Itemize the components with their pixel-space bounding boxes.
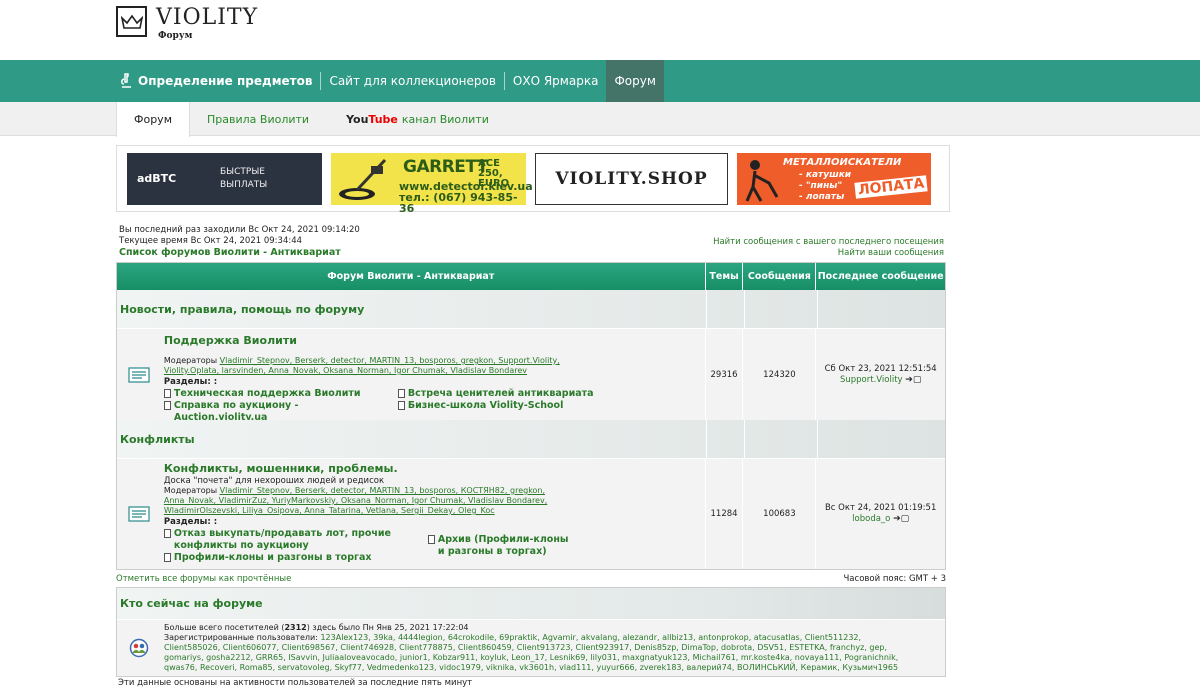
subforum-link[interactable]: Отказ выкупать/продавать лот, прочие кон… bbox=[163, 528, 394, 552]
category-title[interactable]: Конфликты bbox=[120, 433, 195, 446]
category-row: Новости, правила, помощь по форуму bbox=[117, 290, 945, 328]
forum-row: Поддержка Виолити Модераторы Vladimir_St… bbox=[117, 328, 945, 423]
go-to-post-icon[interactable]: ➔▢ bbox=[893, 514, 909, 524]
doc-icon bbox=[397, 401, 405, 410]
header-forum: Форум Виолити - Антиквариат bbox=[327, 271, 495, 282]
tab-youtube[interactable]: You Tube канал Виолити bbox=[326, 102, 506, 136]
crown-icon bbox=[116, 6, 147, 37]
microscope-icon bbox=[120, 73, 132, 89]
subforums: Отказ выкупать/продавать лот, прочие кон… bbox=[163, 528, 705, 564]
youtube-channel-label: канал Виолити bbox=[401, 112, 489, 126]
sections-label: Разделы: : bbox=[163, 377, 218, 387]
tab-rules[interactable]: Правила Виолити bbox=[190, 102, 326, 136]
banner-violity-shop[interactable]: VIOLITY.SHOP bbox=[535, 153, 728, 205]
go-to-post-icon[interactable]: ➔▢ bbox=[905, 375, 921, 385]
session-info: Вы последний раз заходили Вс Окт 24, 202… bbox=[119, 225, 360, 258]
record-visitors-text: Больше всего посетителей (2312) здесь бы… bbox=[164, 623, 469, 632]
forum-title[interactable]: Поддержка Виолити bbox=[164, 334, 705, 347]
doc-icon bbox=[163, 401, 171, 410]
banner-garrett[interactable]: GARRETT ACE 250, EURO www.detector.kiev.u… bbox=[331, 153, 533, 214]
who-is-online-title[interactable]: Кто сейчас на форуме bbox=[120, 597, 263, 610]
sections-label: Разделы: : bbox=[163, 517, 218, 527]
subforum-link[interactable]: Бизнес-школа Violity-School bbox=[397, 400, 594, 412]
link-your-posts[interactable]: Найти ваши сообщения bbox=[713, 248, 944, 259]
last-post: Вс Окт 24, 2021 01:19:51 loboda_o ➔▢ bbox=[815, 459, 945, 569]
youtube-logo-tube: Tube bbox=[368, 112, 398, 126]
logo-subtitle: Форум bbox=[158, 31, 193, 41]
users-online-icon bbox=[117, 620, 161, 676]
metal-detector-icon bbox=[335, 156, 397, 205]
logo-title: VIOLITY bbox=[156, 5, 259, 30]
who-is-online: Кто сейчас на форуме Больше всего посети… bbox=[116, 587, 946, 677]
forum-read-icon bbox=[117, 329, 161, 420]
header-posts: Сообщения bbox=[742, 263, 815, 290]
digger-icon bbox=[741, 157, 781, 206]
forum-row: Конфликты, мошенники, проблемы. Доска "п… bbox=[117, 458, 945, 569]
link-posts-since-last-visit[interactable]: Найти сообщения с вашего последнего посе… bbox=[713, 237, 944, 248]
forum-description: Доска "почета" для нехороших людей и ред… bbox=[163, 476, 385, 486]
last-post-user[interactable]: Support.Violity bbox=[840, 375, 903, 385]
moderators-list: Модераторы Vladimir_Stepnov, Berserk, de… bbox=[163, 356, 560, 375]
online-footnote: Эти данные основаны на активности пользо… bbox=[118, 678, 473, 688]
topics-count: 11284 bbox=[704, 459, 743, 569]
who-is-online-header: Кто сейчас на форуме bbox=[117, 588, 945, 619]
nav-item-forum[interactable]: Форум bbox=[606, 60, 664, 102]
forum-table: Форум Виолити - Антиквариат Темы Сообщен… bbox=[116, 262, 946, 570]
posts-count: 124320 bbox=[742, 329, 815, 420]
subforum-link[interactable]: Встреча ценителей антиквариата bbox=[397, 388, 594, 400]
timezone-text: Часовой пояс: GMT + 3 bbox=[843, 574, 946, 584]
current-time-text: Текущее время Вс Окт 24, 2021 09:34:44 bbox=[119, 236, 303, 246]
header-topics: Темы bbox=[704, 263, 743, 290]
top-bar: VIOLITY Форум bbox=[0, 0, 1200, 60]
doc-icon bbox=[163, 529, 171, 538]
subforum-link[interactable]: Профили-клоны и разгоны в торгах bbox=[163, 552, 422, 564]
forum-table-header: Форум Виолити - Антиквариат Темы Сообщен… bbox=[117, 263, 945, 290]
table-footer: Отметить все форумы как прочтённые Часов… bbox=[116, 574, 946, 584]
banner-metal-detectors[interactable]: МЕТАЛЛОИСКАТЕЛИ - катушки - "пины" - лопат… bbox=[737, 153, 931, 205]
banner-adbtc[interactable]: adBTC БЫСТРЫЕ ВЫПЛАТЫ bbox=[127, 153, 322, 205]
last-post-date: Сб Окт 23, 2021 12:51:54 bbox=[824, 363, 937, 374]
subforum-link[interactable]: Архив (Профили-клоны и разгоны в торгах) bbox=[427, 534, 578, 558]
header-last-post: Последнее сообщение bbox=[815, 263, 945, 290]
registered-users: Зарегистрированные пользователи: 123Alex… bbox=[164, 633, 899, 672]
nav-item-collectors-site[interactable]: Сайт для коллекционеров bbox=[321, 60, 503, 102]
sub-nav: Форум Правила Виолити You Tube канал Виол… bbox=[0, 102, 1200, 137]
doc-icon bbox=[163, 553, 171, 562]
mark-all-read-link[interactable]: Отметить все форумы как прочтённые bbox=[116, 574, 291, 584]
last-post: Сб Окт 23, 2021 12:51:54 Support.Violity… bbox=[815, 329, 945, 420]
doc-icon bbox=[427, 535, 435, 544]
doc-icon bbox=[397, 389, 405, 398]
last-visit-text: Вы последний раз заходили Вс Окт 24, 202… bbox=[119, 225, 360, 235]
posts-count: 100683 bbox=[742, 459, 815, 569]
nav-item-identification[interactable]: Определение предметов bbox=[116, 60, 320, 102]
tab-forum[interactable]: Форум bbox=[116, 102, 190, 137]
nav-item-oho-fair[interactable]: ОХО Ярмарка bbox=[505, 60, 607, 102]
youtube-logo-you: You bbox=[346, 112, 369, 126]
subforums: Техническая поддержка Виолити Справка по… bbox=[163, 388, 705, 424]
topics-count: 29316 bbox=[704, 329, 743, 420]
last-post-date: Вс Окт 24, 2021 01:19:51 bbox=[824, 503, 937, 513]
forum-title[interactable]: Конфликты, мошенники, проблемы. bbox=[164, 462, 705, 475]
moderators-list: Модераторы Vladimir_Stepnov, Berserk, de… bbox=[163, 486, 548, 515]
last-post-user[interactable]: loboda_o bbox=[852, 514, 890, 524]
breadcrumb[interactable]: Список форумов Виолити - Антиквариат bbox=[119, 247, 360, 258]
site-logo[interactable]: VIOLITY Форум bbox=[116, 5, 259, 41]
subforum-link[interactable]: Техническая поддержка Виолити bbox=[163, 388, 392, 400]
banner-strip: adBTC БЫСТРЫЕ ВЫПЛАТЫ GARRETT ACE 250, EUR… bbox=[116, 145, 950, 214]
category-title[interactable]: Новости, правила, помощь по форуму bbox=[120, 303, 364, 316]
category-row: Конфликты bbox=[117, 420, 945, 458]
forum-read-icon bbox=[117, 459, 161, 569]
adbtc-brand: adBTC bbox=[137, 172, 177, 185]
search-links: Найти сообщения с вашего последнего посе… bbox=[713, 237, 944, 259]
doc-icon bbox=[163, 389, 171, 398]
main-nav: Определение предметов Сайт для коллекцио… bbox=[0, 60, 1200, 102]
